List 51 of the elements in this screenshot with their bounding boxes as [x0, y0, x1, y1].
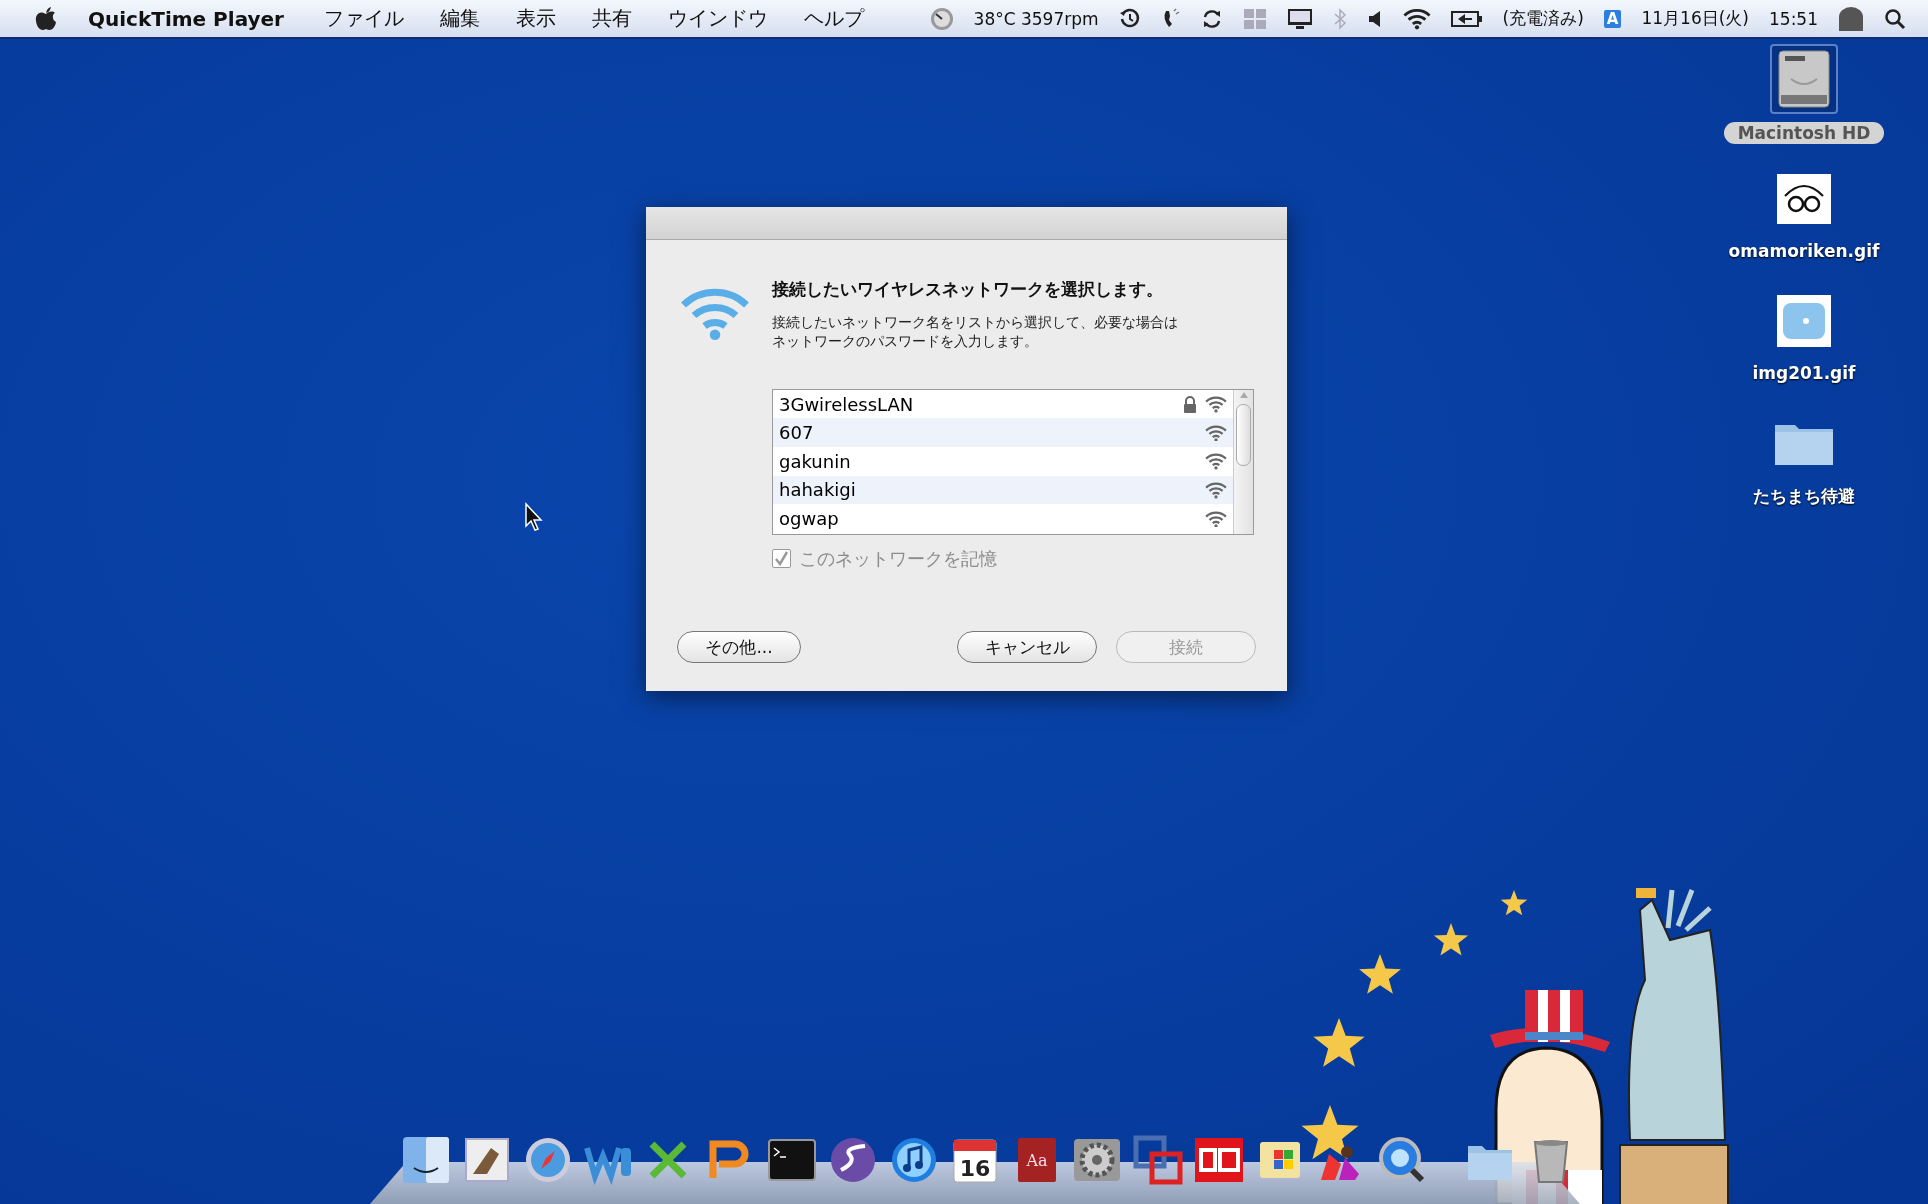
status-text[interactable]: (充電済み) — [1492, 7, 1594, 30]
star-shape — [1313, 1018, 1365, 1067]
icon-label[interactable]: Macintosh HD — [1723, 122, 1885, 144]
description-line: 接続したいネットワーク名をリストから選択して、必要な場合は — [772, 313, 1179, 332]
network-name[interactable]: ogwap — [779, 507, 1197, 529]
signal-icon — [1205, 423, 1227, 442]
menu-item[interactable]: 共有 — [574, 5, 650, 32]
dialog-button[interactable]: キャンセル — [957, 631, 1097, 663]
app-menu[interactable]: QuickTime Player — [58, 6, 306, 31]
disc-thumbnail-icon[interactable] — [1777, 295, 1831, 347]
menu-item[interactable]: 編集 — [422, 5, 498, 32]
status-text[interactable]: 38°C 3597rpm — [963, 8, 1109, 29]
icon-label[interactable]: たちまち待避 — [1739, 484, 1869, 509]
star-shape — [1500, 890, 1528, 916]
checkbox-label: このネットワークを記憶 — [799, 546, 997, 571]
input-menu[interactable]: A — [1603, 9, 1622, 28]
network-name[interactable]: gakunin — [779, 450, 1197, 472]
dialog-button[interactable]: その他... — [677, 631, 801, 663]
star-shape — [1359, 954, 1401, 994]
volume-icon[interactable] — [1366, 8, 1383, 29]
menu-item[interactable]: ヘルプ — [786, 5, 882, 32]
star-shape — [1433, 923, 1469, 956]
menu-item[interactable]: ファイル — [306, 5, 422, 32]
icon-label[interactable]: omamoriken.gif — [1714, 240, 1894, 262]
signal-icon — [1205, 509, 1227, 528]
overlapping-squares-icon[interactable] — [1132, 1134, 1184, 1186]
wifi-icon — [1402, 7, 1431, 30]
menu-item[interactable]: 表示 — [498, 5, 574, 32]
signal-icon — [1205, 481, 1227, 499]
signal-icon — [1205, 395, 1227, 413]
description-line: ネットワークのパスワードを入力します。 — [772, 331, 1039, 351]
apple-menu-icon[interactable] — [34, 5, 58, 32]
doodle-thumbnail-icon[interactable] — [1777, 174, 1831, 224]
status-text[interactable]: 15:51 — [1759, 8, 1828, 29]
cursor-icon — [524, 502, 544, 532]
hard-drive-icon[interactable] — [1777, 49, 1831, 109]
display-icon[interactable] — [1286, 7, 1313, 30]
gauge-icon[interactable] — [929, 6, 954, 31]
search-icon[interactable] — [1884, 7, 1906, 30]
menu-item[interactable]: ウインドウ — [650, 5, 786, 32]
icon-label[interactable]: img201.gif — [1738, 362, 1870, 384]
signal-icon — [1205, 452, 1227, 471]
user-icon[interactable] — [1838, 6, 1864, 31]
scrollbar[interactable] — [1233, 389, 1253, 534]
status-text[interactable]: 11月16日(火) — [1631, 7, 1759, 30]
dialog-heading: 接続したいワイヤレスネットワークを選択します。 — [772, 278, 1164, 301]
network-name[interactable]: 3GwirelessLAN — [779, 393, 1175, 415]
history-clock-icon[interactable] — [1118, 7, 1141, 30]
star-shape — [1301, 1105, 1359, 1160]
smiling-face-icon[interactable] — [400, 1134, 452, 1186]
battery-icon[interactable] — [1450, 9, 1483, 28]
